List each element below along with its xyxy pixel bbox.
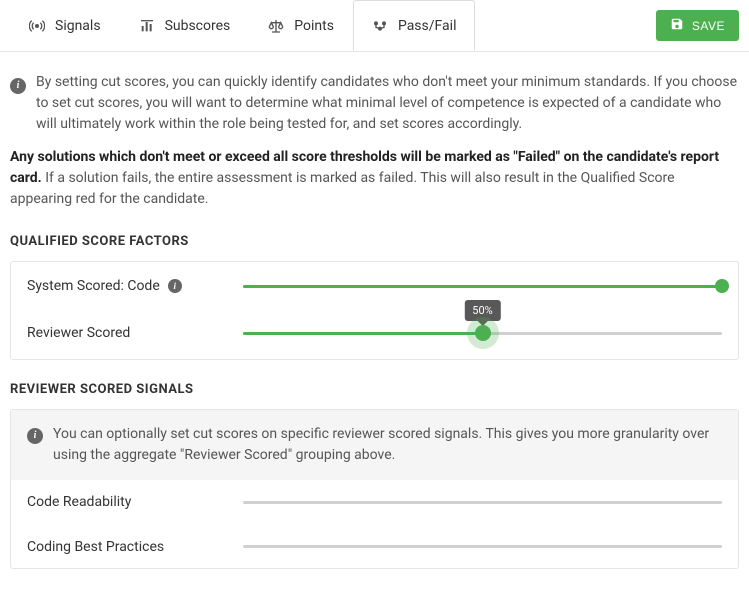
slider-thumb[interactable] — [475, 325, 491, 341]
signal-bestpractices-label: Coding Best Practices — [27, 539, 227, 555]
factor-system-slider[interactable] — [243, 278, 722, 294]
save-button[interactable]: SAVE — [656, 10, 739, 41]
info-icon: i — [10, 72, 26, 135]
save-icon — [670, 17, 684, 34]
tab-label: Signals — [55, 18, 101, 34]
signals-info: i You can optionally set cut scores on s… — [11, 410, 738, 480]
factors-panel: System Scored: Code i Reviewer Scored 50… — [10, 261, 739, 360]
save-label: SAVE — [692, 19, 725, 33]
factor-system-label: System Scored: Code i — [27, 278, 227, 294]
signal-bestpractices-row: Coding Best Practices — [11, 524, 738, 568]
intro-text: By setting cut scores, you can quickly i… — [36, 72, 739, 135]
factor-reviewer-row: Reviewer Scored 50% — [11, 306, 738, 359]
signals-info-text: You can optionally set cut scores on spe… — [53, 424, 722, 466]
signal-readability-label: Code Readability — [27, 494, 227, 510]
tab-points[interactable]: Points — [249, 0, 353, 51]
signal-readability-slider[interactable] — [243, 494, 722, 510]
tab-signals[interactable]: Signals — [10, 0, 120, 51]
slider-tooltip: 50% — [464, 300, 500, 321]
info-icon[interactable]: i — [168, 279, 182, 293]
tabs: Signals Subscores Points Pass/Fail — [10, 0, 475, 51]
scale-icon — [268, 18, 284, 34]
content: i By setting cut scores, you can quickly… — [0, 52, 749, 601]
tab-label: Pass/Fail — [398, 18, 457, 34]
topbar: Signals Subscores Points Pass/Fail SAVE — [0, 0, 749, 52]
info-icon: i — [27, 424, 43, 466]
section-title-factors: QUALIFIED SCORE FACTORS — [10, 234, 739, 249]
factor-reviewer-label: Reviewer Scored — [27, 325, 227, 341]
slider-thumb[interactable] — [715, 279, 729, 293]
warning-rest: If a solution fails, the entire assessme… — [10, 170, 675, 207]
chart-icon — [139, 18, 155, 34]
signal-bestpractices-slider[interactable] — [243, 539, 722, 555]
passfail-icon — [372, 18, 388, 34]
tab-label: Points — [294, 18, 334, 34]
tab-label: Subscores — [165, 18, 231, 34]
tab-passfail[interactable]: Pass/Fail — [353, 0, 476, 51]
signal-readability-row: Code Readability — [11, 480, 738, 524]
factor-reviewer-slider[interactable]: 50% — [243, 325, 722, 341]
intro-info: i By setting cut scores, you can quickly… — [10, 72, 739, 135]
factor-system-row: System Scored: Code i — [11, 262, 738, 306]
broadcast-icon — [29, 18, 45, 34]
signals-panel: i You can optionally set cut scores on s… — [10, 409, 739, 569]
tab-subscores[interactable]: Subscores — [120, 0, 250, 51]
warning-text: Any solutions which don't meet or exceed… — [10, 147, 739, 210]
section-title-signals: REVIEWER SCORED SIGNALS — [10, 382, 739, 397]
